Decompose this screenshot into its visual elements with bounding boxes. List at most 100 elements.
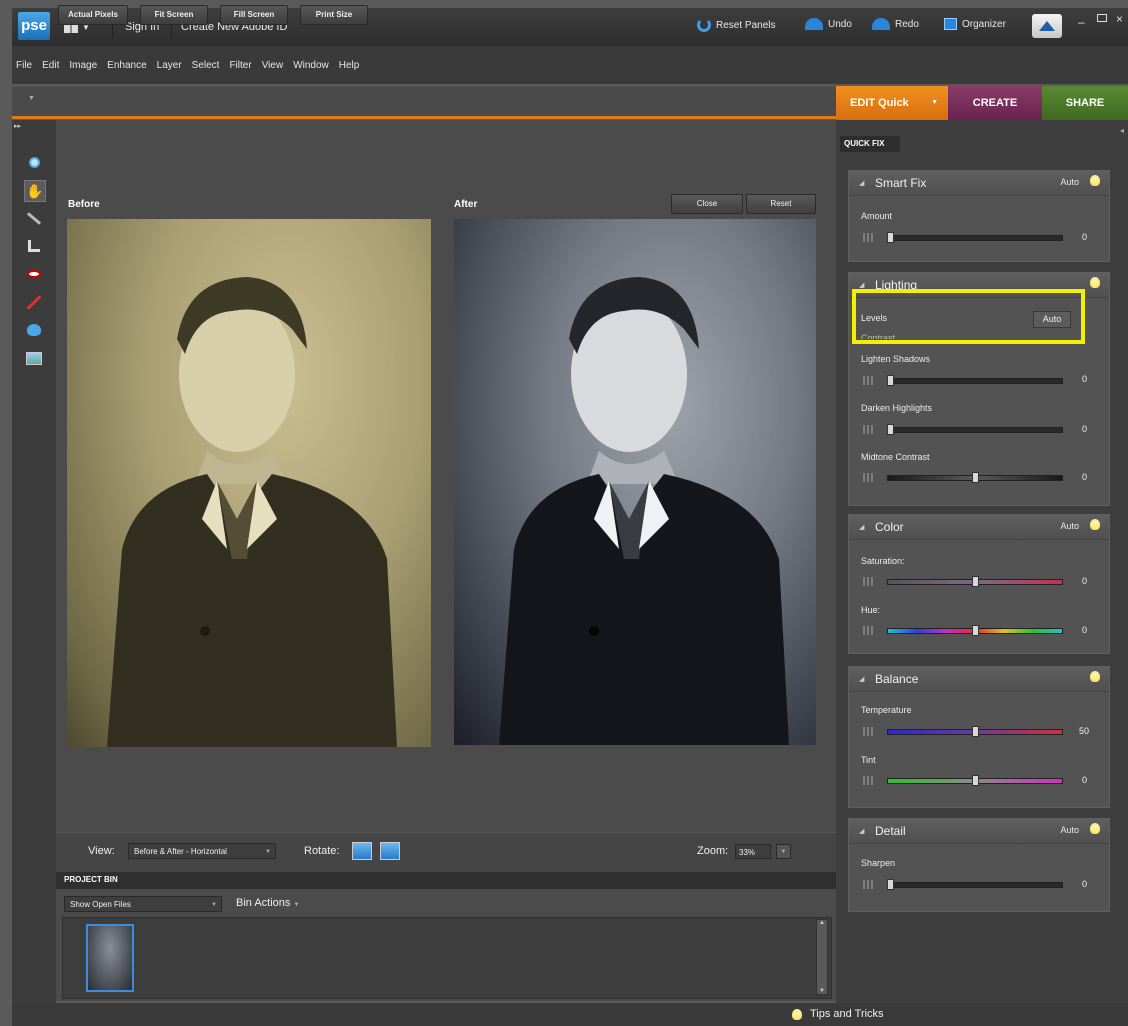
smart-fix-auto-button[interactable]: Auto [1060, 177, 1079, 187]
darken-highlights-value: 0 [1082, 424, 1088, 434]
menu-view[interactable]: View [262, 60, 284, 71]
panel-corner-icon: ◂ [1120, 126, 1125, 135]
menu-select[interactable]: Select [192, 60, 220, 71]
smart-fix-header[interactable]: ◢ Smart Fix Auto [849, 171, 1109, 196]
collapse-triangle-icon[interactable]: ◢ [859, 523, 864, 531]
tab-quick-fix[interactable]: QUICK FIX [840, 136, 900, 152]
color-title: Color [875, 520, 904, 534]
darken-highlights-slider[interactable] [887, 427, 1063, 433]
detail-header[interactable]: ◢ Detail Auto [849, 819, 1109, 844]
lightbulb-icon[interactable] [1090, 823, 1100, 834]
sharpen-slider[interactable] [887, 882, 1063, 888]
reset-panels-label: Reset Panels [716, 19, 776, 31]
hue-knob[interactable] [972, 625, 979, 636]
lightbulb-icon[interactable] [1090, 519, 1100, 530]
sharpen-knob[interactable] [887, 879, 894, 890]
zoom-value: 33% [739, 848, 756, 857]
fit-screen-button[interactable]: Fit Screen [140, 5, 208, 25]
organizer-button[interactable]: Organizer [944, 18, 1006, 30]
menu-window[interactable]: Window [293, 60, 329, 71]
make-blue-skies-icon[interactable] [24, 320, 44, 340]
hand-tool-icon[interactable]: ✋ [24, 180, 46, 202]
pse-logo: pse [18, 12, 50, 40]
slider-grip-icon [863, 727, 873, 736]
menu-enhance[interactable]: Enhance [107, 60, 146, 71]
red-eye-tool-icon[interactable] [24, 264, 44, 284]
lightbulb-icon[interactable] [1090, 175, 1100, 186]
menu-filter[interactable]: Filter [229, 60, 251, 71]
amount-slider-knob[interactable] [887, 232, 894, 243]
color-header[interactable]: ◢ Color Auto [849, 515, 1109, 540]
lightbulb-icon[interactable] [1090, 277, 1100, 288]
tips-and-tricks-link[interactable]: Tips and Tricks [792, 1008, 884, 1020]
tab-edit-quick[interactable]: EDIT Quick ▼ [836, 86, 948, 120]
collapse-triangle-icon[interactable]: ◢ [859, 675, 864, 683]
tint-knob[interactable] [972, 775, 979, 786]
zoom-input[interactable]: 33% [735, 844, 771, 859]
quick-selection-tool-icon[interactable] [24, 208, 44, 228]
slider-grip-icon [863, 425, 873, 434]
bin-actions-menu[interactable]: Bin Actions ▼ [236, 897, 299, 909]
menu-file[interactable]: File [16, 60, 32, 71]
project-bin-header: PROJECT BIN [56, 872, 836, 889]
zoom-dropdown-icon[interactable]: ▼ [776, 844, 791, 859]
rotate-left-icon[interactable] [352, 842, 372, 860]
menu-edit[interactable]: Edit [42, 60, 59, 71]
black-white-highlight-icon[interactable] [24, 348, 44, 368]
undo-button[interactable]: Undo [805, 18, 852, 30]
zoom-label: Zoom: [697, 845, 729, 857]
collapse-triangle-icon[interactable]: ◢ [859, 179, 864, 187]
lighten-shadows-slider[interactable] [887, 378, 1063, 384]
lighten-shadows-knob[interactable] [887, 375, 894, 386]
zoom-tool-icon[interactable] [24, 152, 44, 172]
maximize-button[interactable] [1097, 14, 1107, 22]
minimize-button[interactable]: – [1078, 15, 1085, 29]
balance-header[interactable]: ◢ Balance [849, 667, 1109, 692]
color-auto-button[interactable]: Auto [1060, 521, 1079, 531]
sharpen-value: 0 [1082, 879, 1088, 889]
chevron-down-icon: ▼ [211, 902, 217, 908]
view-label: View: [88, 845, 115, 857]
show-open-files-select[interactable]: Show Open Files ▼ [64, 896, 222, 912]
tab-share[interactable]: SHARE [1042, 86, 1128, 120]
bin-scrollbar[interactable]: ▲ ▼ [816, 919, 828, 995]
tab-create[interactable]: CREATE [948, 86, 1042, 120]
collapse-triangle-icon[interactable]: ◢ [859, 281, 864, 289]
menu-image[interactable]: Image [69, 60, 97, 71]
view-select-value: Before & After - Horizontal [134, 847, 227, 856]
scroll-down-icon[interactable]: ▼ [819, 988, 825, 994]
print-size-button[interactable]: Print Size [300, 5, 368, 25]
tint-value: 0 [1082, 775, 1088, 785]
detail-auto-button[interactable]: Auto [1060, 825, 1079, 835]
midtone-contrast-knob[interactable] [972, 472, 979, 483]
scroll-up-icon[interactable]: ▲ [819, 920, 825, 926]
whiten-teeth-brush-icon[interactable] [24, 292, 44, 312]
saturation-knob[interactable] [972, 576, 979, 587]
reset-button[interactable]: Reset [746, 194, 816, 214]
slider-grip-icon [863, 776, 873, 785]
midtone-contrast-value: 0 [1082, 472, 1088, 482]
amount-slider[interactable] [887, 235, 1063, 241]
close-button[interactable]: Close [671, 194, 743, 214]
home-button[interactable] [1032, 14, 1062, 38]
detail-section: ◢ Detail Auto Sharpen 0 [848, 818, 1110, 912]
reset-panels-button[interactable]: Reset Panels [697, 18, 775, 32]
menu-layer[interactable]: Layer [157, 60, 182, 71]
close-window-button[interactable]: × [1116, 12, 1123, 26]
menu-help[interactable]: Help [339, 60, 360, 71]
crop-tool-icon[interactable] [24, 236, 44, 256]
actual-pixels-button[interactable]: Actual Pixels [58, 5, 128, 25]
lightbulb-icon[interactable] [1090, 671, 1100, 682]
options-chevron-icon[interactable]: ▼ [28, 95, 35, 102]
collapse-triangle-icon[interactable]: ◢ [859, 827, 864, 835]
temperature-knob[interactable] [972, 726, 979, 737]
collapse-tools-icon[interactable]: ▸▸ [14, 122, 21, 130]
bin-thumbnail[interactable] [86, 924, 134, 992]
rotate-right-icon[interactable] [380, 842, 400, 860]
darken-highlights-knob[interactable] [887, 424, 894, 435]
fill-screen-button[interactable]: Fill Screen [220, 5, 288, 25]
lightbulb-icon [792, 1008, 802, 1020]
redo-button[interactable]: Redo [872, 18, 919, 30]
detail-title: Detail [875, 824, 906, 838]
view-select[interactable]: Before & After - Horizontal ▼ [128, 843, 276, 859]
